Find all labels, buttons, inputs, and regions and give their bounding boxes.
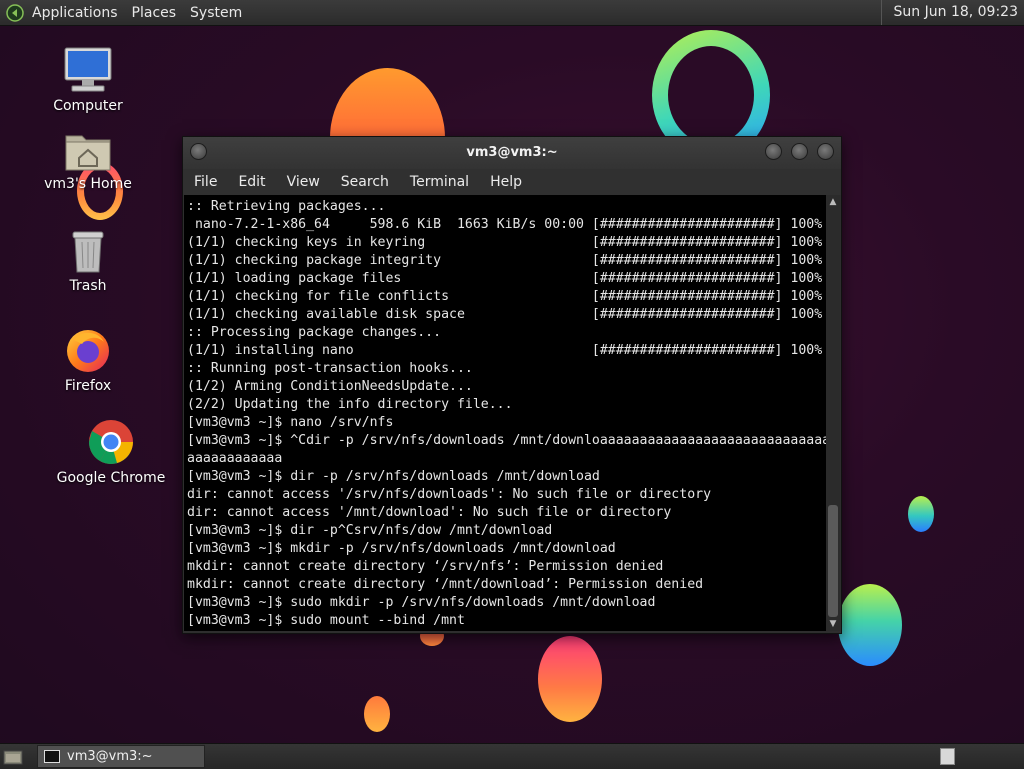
taskbar-terminal-button[interactable]: vm3@vm3:~ bbox=[37, 745, 205, 768]
terminal-line: (1/1) checking package integrity [######… bbox=[187, 253, 823, 268]
terminal-line: :: Processing package changes... bbox=[187, 325, 442, 340]
show-desktop-icon[interactable] bbox=[3, 749, 23, 765]
terminal-line: (1/1) checking for file conflicts [#####… bbox=[187, 289, 823, 304]
desktop-icon-label: vm3's Home bbox=[44, 176, 132, 192]
system-menu[interactable]: System bbox=[190, 5, 242, 21]
wallpaper-blob-small-orange bbox=[364, 696, 390, 732]
terminal-line: (1/1) installing nano [#################… bbox=[187, 343, 823, 358]
taskbar-button-label: vm3@vm3:~ bbox=[67, 749, 153, 764]
terminal-menubar: File Edit View Search Terminal Help bbox=[183, 169, 841, 195]
window-titlebar[interactable]: vm3@vm3:~ bbox=[183, 137, 841, 169]
desktop-icon-chrome[interactable]: Google Chrome bbox=[56, 418, 166, 486]
trash-icon bbox=[72, 231, 104, 273]
terminal-line: (1/1) checking available disk space [###… bbox=[187, 307, 823, 322]
terminal-line: :: Retrieving packages... bbox=[187, 199, 386, 214]
scroll-up-arrow-icon[interactable]: ▲ bbox=[826, 195, 840, 209]
monitor-icon bbox=[64, 47, 112, 92]
scroll-thumb[interactable] bbox=[828, 505, 838, 617]
terminal-line: dir: cannot access '/mnt/download': No s… bbox=[187, 505, 672, 520]
desktop-icon-label: Trash bbox=[69, 278, 107, 294]
places-menu[interactable]: Places bbox=[132, 5, 177, 21]
window-title: vm3@vm3:~ bbox=[466, 145, 558, 160]
terminal-line: [vm3@vm3 ~]$ nano /srv/nfs bbox=[187, 415, 394, 430]
clock[interactable]: Sun Jun 18, 09:23 bbox=[880, 0, 1024, 25]
terminal-line: :: Running post-transaction hooks... bbox=[187, 361, 473, 376]
desktop-icon-label: Google Chrome bbox=[56, 470, 166, 486]
menu-help[interactable]: Help bbox=[490, 174, 522, 190]
terminal-window[interactable]: vm3@vm3:~ File Edit View Search Terminal… bbox=[182, 136, 842, 634]
terminal-line: [vm3@vm3 ~]$ dir -p^Csrv/nfs/dow /mnt/do… bbox=[187, 523, 553, 538]
terminal-text: :: Retrieving packages... nano-7.2-1-x86… bbox=[184, 195, 826, 630]
desktop-icon-trash[interactable]: Trash bbox=[33, 228, 143, 294]
home-folder-icon bbox=[65, 135, 111, 171]
close-button[interactable] bbox=[817, 143, 834, 160]
top-panel: Applications Places System Sun Jun 18, 0… bbox=[0, 0, 1024, 26]
terminal-line: (1/2) Arming ConditionNeedsUpdate... bbox=[187, 379, 473, 394]
wallpaper-blob-pink bbox=[538, 636, 602, 722]
wallpaper-blob-blue-small bbox=[908, 496, 934, 532]
terminal-line: mkdir: cannot create directory ‘/srv/nfs… bbox=[187, 559, 664, 574]
terminal-scrollbar[interactable]: ▲ ▼ bbox=[826, 195, 840, 631]
terminal-line: [vm3@vm3 ~]$ sudo mount --bind /mnt bbox=[187, 613, 465, 628]
terminal-line: [vm3@vm3 ~]$ dir -p /srv/nfs/downloads /… bbox=[187, 469, 600, 484]
chrome-icon bbox=[89, 420, 133, 464]
terminal-line: dir: cannot access '/srv/nfs/downloads':… bbox=[187, 487, 712, 502]
desktop-icon-home[interactable]: vm3's Home bbox=[33, 128, 143, 192]
terminal-output[interactable]: :: Retrieving packages... nano-7.2-1-x86… bbox=[184, 195, 826, 631]
maximize-button[interactable] bbox=[791, 143, 808, 160]
terminal-line: [vm3@vm3 ~]$ sudo mkdir -p /srv/nfs/down… bbox=[187, 595, 656, 610]
desktop-icon-label: Computer bbox=[53, 98, 123, 114]
bottom-panel: vm3@vm3:~ bbox=[0, 743, 1024, 769]
menu-view[interactable]: View bbox=[287, 174, 320, 190]
workspace-switcher[interactable] bbox=[940, 748, 955, 765]
terminal-line: mkdir: cannot create directory ‘/mnt/dow… bbox=[187, 577, 704, 592]
terminal-line: (1/1) loading package files [###########… bbox=[187, 271, 823, 286]
terminal-line: [vm3@vm3 ~]$ ^Cdir -p /srv/nfs/downloads… bbox=[187, 433, 826, 448]
desktop-icon-computer[interactable]: Computer bbox=[33, 46, 143, 114]
scroll-down-arrow-icon[interactable]: ▼ bbox=[826, 617, 840, 631]
terminal-line: (2/2) Updating the info directory file..… bbox=[187, 397, 513, 412]
firefox-icon bbox=[67, 330, 109, 372]
applications-menu[interactable]: Applications bbox=[32, 5, 118, 21]
terminal-line: [vm3@vm3 ~]$ mkdir -p /srv/nfs/downloads… bbox=[187, 541, 616, 556]
gnome-foot-icon[interactable] bbox=[6, 3, 24, 22]
terminal-line: nano-7.2-1-x86_64 598.6 KiB 1663 KiB/s 0… bbox=[187, 217, 823, 232]
minimize-button[interactable] bbox=[765, 143, 782, 160]
menu-search[interactable]: Search bbox=[341, 174, 389, 190]
menu-file[interactable]: File bbox=[194, 174, 217, 190]
terminal-line: (1/1) checking keys in keyring [########… bbox=[187, 235, 823, 250]
terminal-line: aaaaaaaaaaaa bbox=[187, 451, 283, 466]
desktop-icon-firefox[interactable]: Firefox bbox=[33, 326, 143, 394]
terminal-icon bbox=[44, 750, 60, 763]
menu-edit[interactable]: Edit bbox=[238, 174, 265, 190]
desktop-icon-label: Firefox bbox=[64, 378, 112, 394]
menu-terminal[interactable]: Terminal bbox=[410, 174, 469, 190]
wallpaper-blob-blue-large bbox=[838, 584, 902, 666]
